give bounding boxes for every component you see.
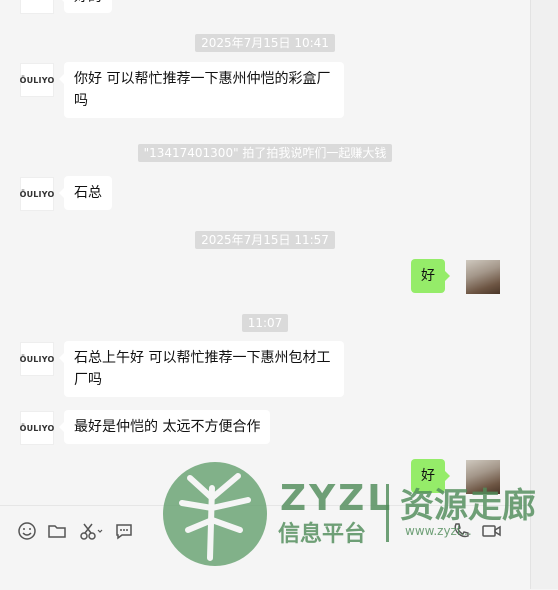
chat-message-area: ÖULIYO 好的 2025年7月15日 10:41 ÖULIYO 你好 可以帮… — [0, 0, 530, 505]
folder-icon[interactable] — [46, 520, 68, 542]
avatar-logo-text: ÖULIYO — [19, 423, 55, 433]
video-icon[interactable] — [480, 520, 502, 542]
scrollbar[interactable] — [530, 0, 558, 589]
message-text: 好 — [421, 468, 435, 484]
message-text: 好的 — [74, 0, 102, 5]
contact-avatar[interactable]: ÖULIYO — [20, 411, 54, 445]
avatar-logo-text: ÖULIYO — [19, 189, 55, 199]
contact-avatar[interactable]: ÖULIYO — [20, 177, 54, 211]
message-bubble[interactable]: 石总上午好 可以帮忙推荐一下惠州包材工厂吗 — [59, 341, 344, 397]
timestamp: 2025年7月15日 11:57 — [0, 229, 530, 249]
contact-avatar[interactable]: ÖULIYO — [20, 342, 54, 376]
message-bubble[interactable]: 你好 可以帮忙推荐一下惠州仲恺的彩盒厂吗 — [59, 62, 344, 118]
timestamp: 11:07 — [0, 312, 530, 332]
message-bubble[interactable]: 石总 — [59, 176, 112, 210]
scissors-icon[interactable] — [78, 520, 104, 542]
message-text: 石总上午好 可以帮忙推荐一下惠州包材工厂吗 — [74, 350, 331, 388]
contact-avatar[interactable]: ÖULIYO — [20, 63, 54, 97]
phone-icon[interactable] — [450, 520, 472, 542]
my-avatar[interactable] — [466, 460, 500, 494]
my-message-bubble[interactable]: 好 — [411, 259, 450, 293]
message-text: 石总 — [74, 185, 102, 201]
timestamp: 2025年7月15日 10:41 — [0, 32, 530, 52]
avatar-logo-text: ÖULIYO — [20, 0, 55, 2]
message-text: 好 — [421, 268, 435, 284]
avatar-logo-text: ÖULIYO — [19, 75, 55, 85]
my-avatar[interactable] — [466, 260, 500, 294]
my-message-bubble[interactable]: 好 — [411, 459, 450, 493]
message-text: 你好 可以帮忙推荐一下惠州仲恺的彩盒厂吗 — [74, 71, 331, 109]
message-text: 最好是仲恺的 太远不方便合作 — [74, 419, 261, 435]
emoji-icon[interactable] — [16, 520, 38, 542]
input-toolbar — [0, 505, 530, 590]
avatar-logo-text: ÖULIYO — [19, 354, 55, 364]
contact-avatar[interactable]: ÖULIYO — [20, 0, 54, 14]
chat-bubble-icon[interactable] — [113, 520, 135, 542]
message-bubble[interactable]: 好的 — [59, 0, 112, 13]
system-notice: "13417401300" 拍了拍我说咋们一起赚大钱 — [0, 142, 530, 162]
message-bubble[interactable]: 最好是仲恺的 太远不方便合作 — [58, 410, 271, 444]
